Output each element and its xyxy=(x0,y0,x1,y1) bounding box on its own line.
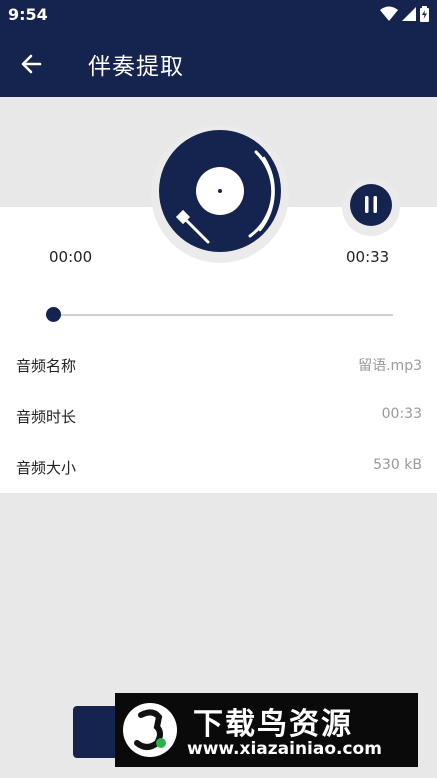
battery-icon xyxy=(420,6,429,22)
status-bar: 9:54 xyxy=(0,0,437,30)
vinyl-disc xyxy=(150,124,290,264)
status-icons xyxy=(380,6,429,22)
audio-name-value: 留语.mp3 xyxy=(358,358,422,374)
audio-duration-value: 00:33 xyxy=(381,406,422,422)
watermark-url: www.xiazainiao.com xyxy=(187,739,382,759)
status-time: 9:54 xyxy=(8,5,48,24)
audio-duration-label: 音频时长 xyxy=(16,408,77,426)
audio-size-value: 530 kB xyxy=(373,457,422,473)
watermark-overlay: 下载鸟资源 www.xiazainiao.com xyxy=(115,693,418,767)
total-time: 00:33 xyxy=(346,248,390,266)
progress-slider-thumb[interactable] xyxy=(46,307,61,322)
watermark-title: 下载鸟资源 xyxy=(193,707,353,742)
back-arrow-icon[interactable] xyxy=(18,50,50,78)
signal-icon xyxy=(402,7,416,21)
info-row-duration: 音频时长 00:33 xyxy=(0,392,437,442)
audio-name-label: 音频名称 xyxy=(16,357,77,375)
progress-slider-track[interactable] xyxy=(46,314,393,316)
watermark-logo-icon xyxy=(123,703,177,757)
audio-size-label: 音频大小 xyxy=(16,459,77,477)
current-time: 00:00 xyxy=(49,248,93,266)
page-title: 伴奏提取 xyxy=(88,54,184,80)
info-row-name: 音频名称 留语.mp3 xyxy=(0,341,437,391)
app-toolbar: 伴奏提取 xyxy=(0,30,437,97)
wifi-icon xyxy=(380,6,398,21)
pause-button[interactable] xyxy=(341,177,401,237)
info-row-size: 音频大小 530 kB xyxy=(0,443,437,493)
